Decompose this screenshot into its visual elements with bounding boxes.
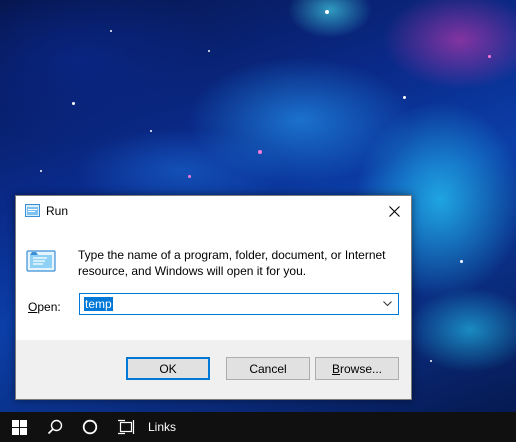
- cortana-icon: [82, 419, 98, 435]
- search-button[interactable]: [38, 412, 72, 442]
- star: [40, 170, 42, 172]
- open-input[interactable]: temp: [84, 297, 113, 311]
- open-label: Open:: [28, 300, 61, 314]
- run-icon: [25, 204, 40, 217]
- task-view-button[interactable]: [108, 412, 144, 442]
- star: [488, 55, 491, 58]
- open-label-accel: O: [28, 300, 38, 314]
- browse-button[interactable]: Browse...: [315, 357, 399, 380]
- star: [208, 50, 210, 52]
- close-icon: [388, 206, 400, 217]
- windows-start-icon: [11, 419, 27, 435]
- start-button[interactable]: [0, 412, 38, 442]
- browse-label-accel: B: [331, 361, 340, 376]
- dialog-body: Type the name of a program, folder, docu…: [16, 227, 411, 340]
- chevron-down-icon: [382, 301, 392, 307]
- star: [150, 130, 152, 132]
- star: [258, 150, 262, 154]
- star: [188, 175, 191, 178]
- star: [403, 96, 406, 99]
- star: [460, 260, 463, 263]
- run-dialog: Run Type the name of a program, folder, …: [15, 195, 412, 400]
- cancel-button[interactable]: Cancel: [226, 357, 310, 380]
- cortana-button[interactable]: [72, 412, 108, 442]
- open-label-rest: pen:: [37, 300, 61, 314]
- taskbar: Links: [0, 412, 516, 442]
- dialog-description: Type the name of a program, folder, docu…: [78, 248, 386, 278]
- dialog-footer: OK Cancel Browse...: [16, 340, 411, 399]
- search-icon: [47, 419, 63, 435]
- star: [110, 30, 112, 32]
- browse-label-rest: rowse...: [340, 361, 383, 376]
- dialog-title: Run: [46, 204, 69, 218]
- close-button[interactable]: [377, 196, 411, 227]
- links-toolbar[interactable]: Links: [148, 420, 176, 434]
- star: [72, 102, 75, 105]
- combo-dropdown-button[interactable]: [378, 294, 396, 314]
- task-view-icon: [118, 419, 135, 435]
- ok-button[interactable]: OK: [126, 357, 210, 380]
- open-combobox[interactable]: temp: [79, 293, 399, 315]
- run-large-icon: [26, 250, 56, 272]
- star: [430, 360, 432, 362]
- title-bar[interactable]: Run: [16, 196, 411, 227]
- star: [325, 10, 329, 14]
